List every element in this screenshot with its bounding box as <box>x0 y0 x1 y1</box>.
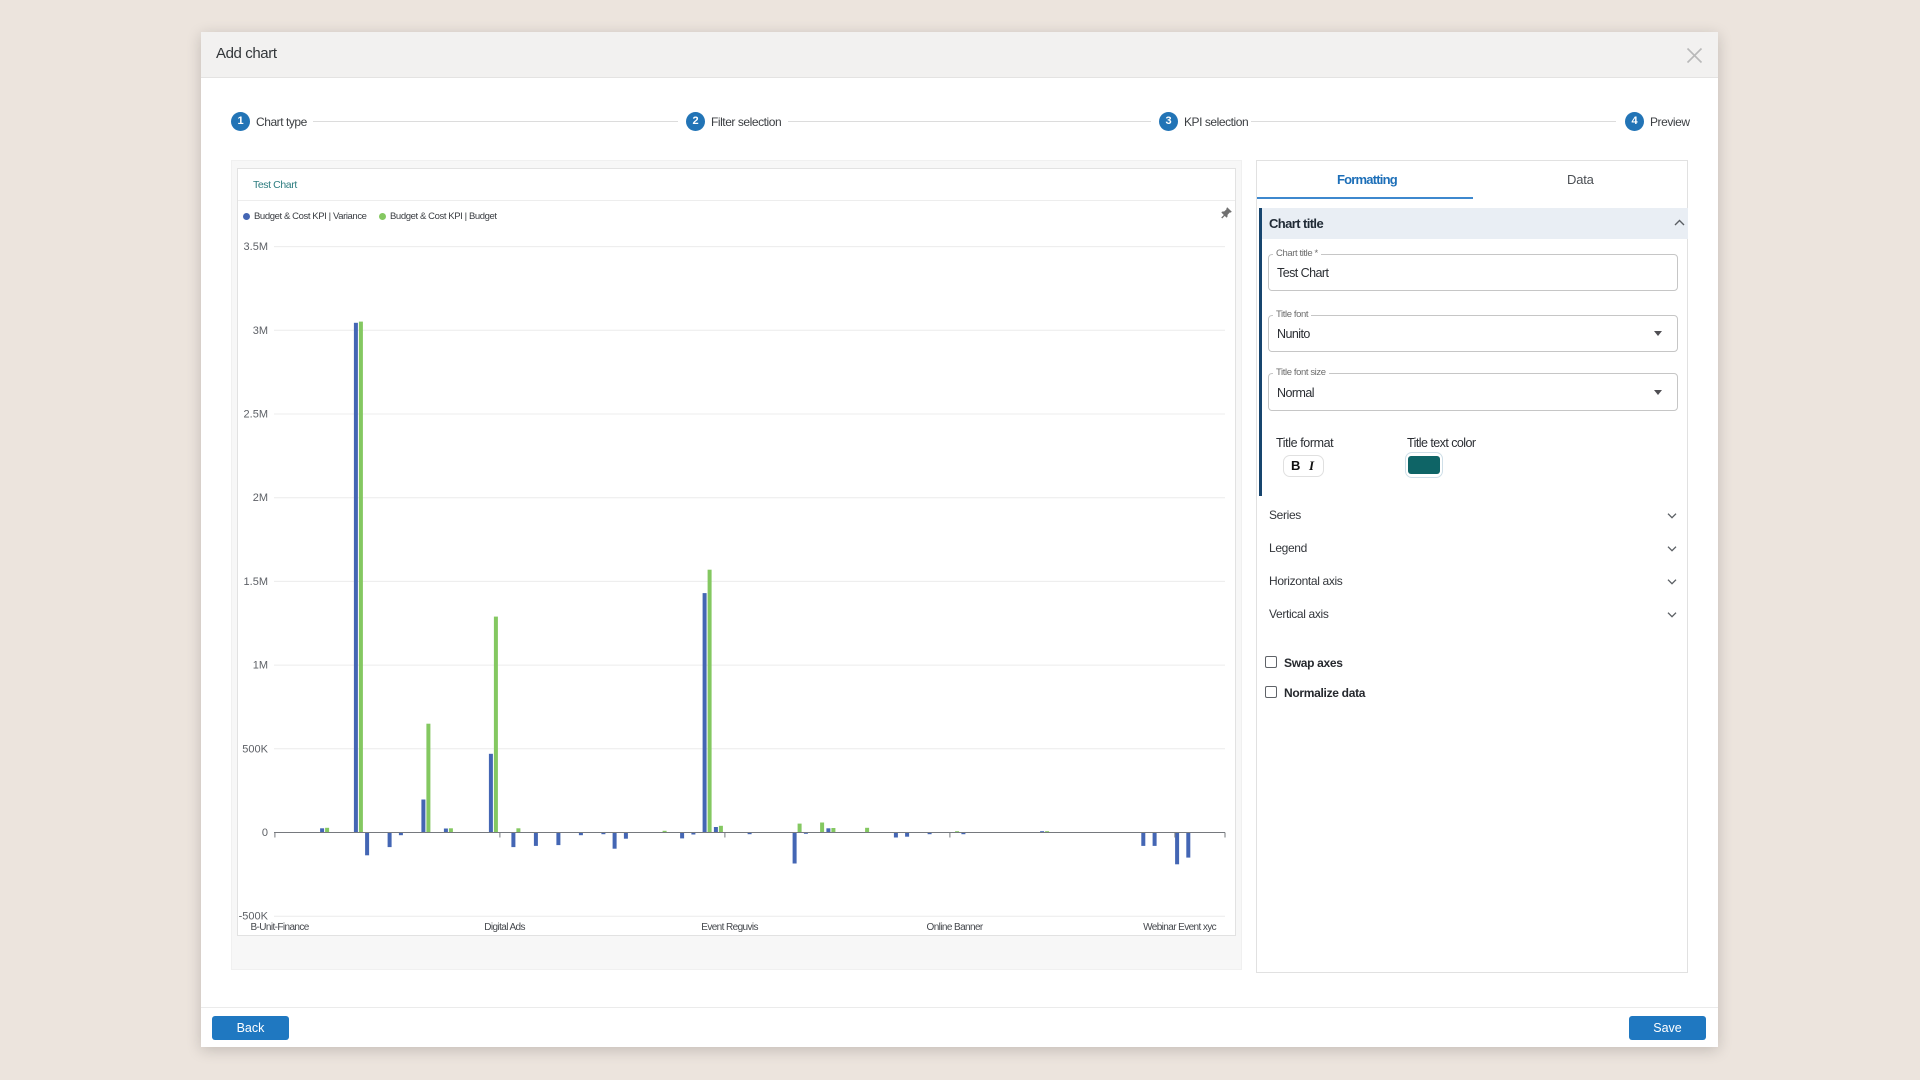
svg-text:B-Unit-Finance: B-Unit-Finance <box>250 922 309 933</box>
svg-text:2M: 2M <box>253 492 268 504</box>
svg-text:2.5M: 2.5M <box>244 409 268 421</box>
svg-text:Webinar Event xyc: Webinar Event xyc <box>1143 922 1217 933</box>
svg-text:0: 0 <box>262 827 268 839</box>
svg-text:500K: 500K <box>242 743 268 755</box>
svg-text:3.5M: 3.5M <box>244 241 268 253</box>
svg-text:-500K: -500K <box>239 911 269 923</box>
svg-text:1.5M: 1.5M <box>244 576 268 588</box>
svg-text:1M: 1M <box>253 660 268 672</box>
svg-text:Online Banner: Online Banner <box>927 922 984 933</box>
svg-text:3M: 3M <box>253 325 268 337</box>
svg-text:Event Reguvis: Event Reguvis <box>701 922 758 933</box>
svg-text:Digital Ads: Digital Ads <box>484 922 525 933</box>
